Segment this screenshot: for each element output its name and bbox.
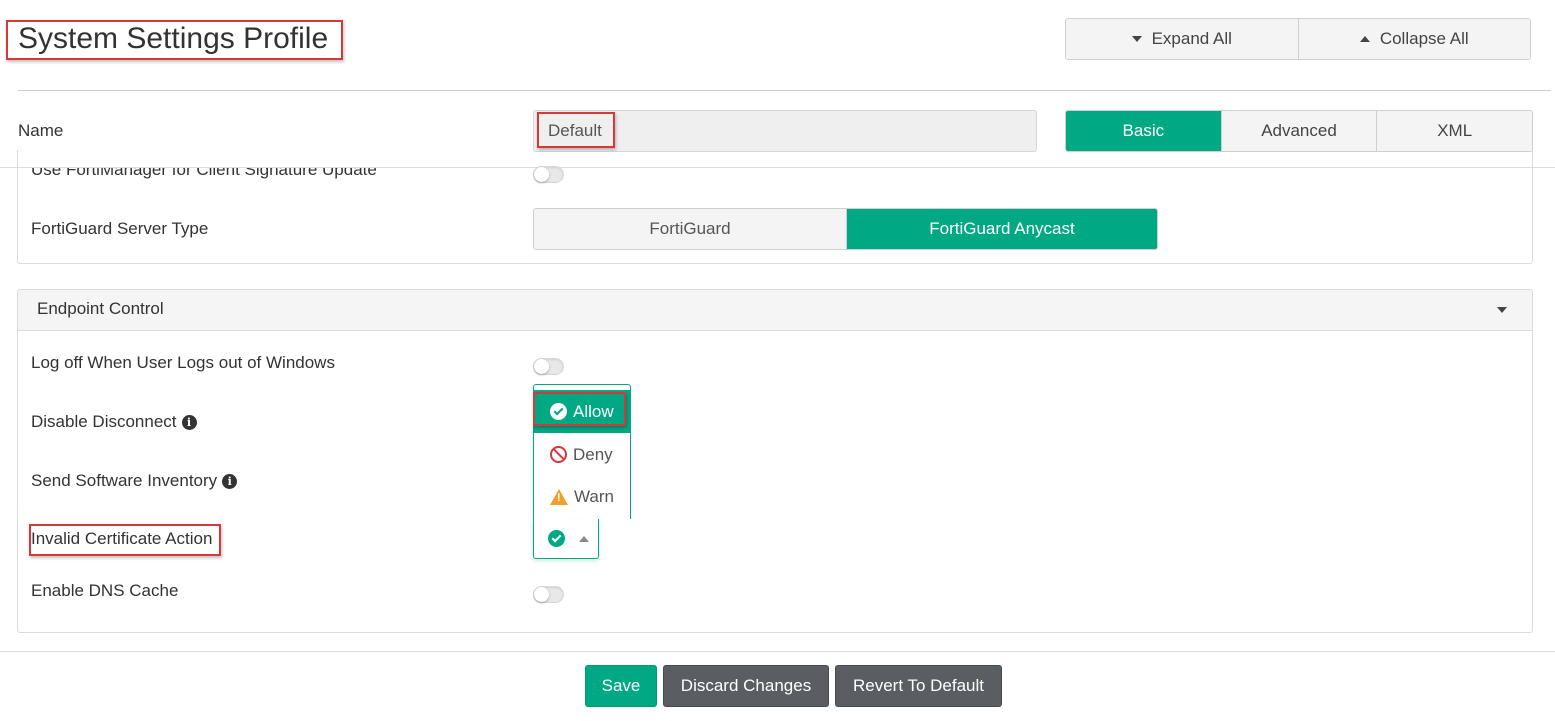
info-icon[interactable]: i [181,414,197,430]
option-deny-label: Deny [573,444,613,464]
logoff-label-text: Log off When User Logs out of Windows [31,353,335,372]
check-circle-icon [550,403,567,420]
collapse-all-label: Collapse All [1379,29,1469,48]
invalid-cert-select[interactable] [533,519,599,559]
xml-view-button[interactable]: XML [1376,111,1532,151]
dns-cache-label: Enable DNS Cache [31,581,178,601]
option-allow[interactable]: Allow [534,390,630,433]
basic-view-button[interactable]: Basic [1066,111,1221,151]
expand-all-label: Expand All [1151,29,1232,48]
use-fortimanager-toggle[interactable] [533,166,564,183]
warning-icon: ! [550,488,568,505]
server-type-label: FortiGuard Server Type [31,219,209,238]
logoff-label: Log off When User Logs out of Windows [31,353,335,373]
logoff-toggle[interactable] [533,358,564,375]
collapse-all-button[interactable]: Collapse All [1297,19,1530,59]
invalid-cert-text: Invalid Certificate Action [31,529,213,548]
scroll-clip: Use FortiManager for Client Signature Up… [0,168,1555,190]
option-warn-label: Warn [574,486,614,506]
dns-cache-text: Enable DNS Cache [31,581,179,600]
block-icon [550,446,567,463]
option-deny[interactable]: Deny [534,433,630,476]
view-mode-group: Basic Advanced XML [1065,110,1533,152]
caret-up-icon [579,535,589,542]
disable-disconnect-text: Disable Disconnect [31,412,177,431]
invalid-cert-dropdown-menu: Allow Deny ! Warn [533,384,631,519]
endpoint-control-title: Endpoint Control [37,299,164,318]
expand-collapse-group: Expand All Collapse All [1065,18,1531,60]
fortiguard-option[interactable]: FortiGuard [534,209,846,249]
revert-to-default-button[interactable]: Revert To Default [835,665,1002,707]
server-type-selector: FortiGuard FortiGuard Anycast [533,208,1158,250]
disable-disconnect-label: Disable Disconnect i [31,412,197,432]
check-circle-icon [548,530,565,547]
footer-divider [0,651,1555,652]
option-allow-label: Allow [573,401,614,421]
name-label: Name [18,121,64,140]
endpoint-control-header[interactable]: Endpoint Control [18,290,1532,331]
send-inventory-text: Send Software Inventory [31,471,218,490]
collapse-caret-icon[interactable] [1497,307,1507,313]
save-button[interactable]: Save [585,665,657,707]
send-inventory-label: Send Software Inventory i [31,471,238,491]
discard-changes-button[interactable]: Discard Changes [663,665,829,707]
profile-name-field[interactable] [533,110,1037,152]
info-icon[interactable]: i [222,473,238,489]
endpoint-control-panel: Endpoint Control [17,289,1533,633]
option-warn[interactable]: ! Warn [534,475,630,518]
caret-up-icon [1359,36,1370,42]
caret-down-icon [1131,36,1142,42]
page-title: System Settings Profile [18,22,329,55]
divider [18,90,1551,91]
sticky-header-divider [0,167,1555,168]
expand-all-button[interactable]: Expand All [1066,19,1298,59]
dns-cache-toggle[interactable] [533,586,564,603]
fortiguard-anycast-option[interactable]: FortiGuard Anycast [846,209,1157,249]
advanced-view-button[interactable]: Advanced [1220,111,1377,151]
use-fortimanager-label: Use FortiManager for Client Signature Up… [31,168,377,179]
invalid-cert-label: Invalid Certificate Action [31,529,212,549]
